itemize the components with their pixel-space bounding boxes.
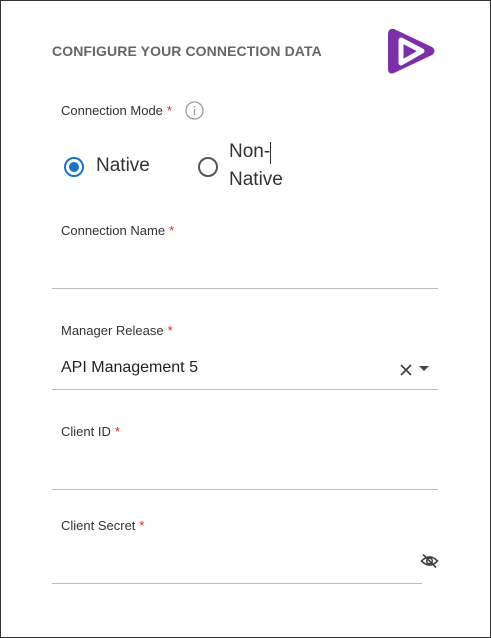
native-radio-label: Native xyxy=(96,155,150,176)
manager-release-label: Manager Release * xyxy=(61,323,173,338)
non-native-radio[interactable] xyxy=(198,157,218,177)
text-cursor xyxy=(270,142,271,164)
non-native-radio-label-line2: Native xyxy=(229,169,283,190)
client-secret-label: Client Secret * xyxy=(61,518,145,533)
clear-icon[interactable] xyxy=(399,363,413,377)
client-id-underline xyxy=(52,489,438,490)
native-radio[interactable] xyxy=(64,157,84,177)
connection-name-input[interactable] xyxy=(61,256,435,286)
connection-name-label: Connection Name * xyxy=(61,223,175,238)
connection-name-underline xyxy=(52,288,438,289)
page-title: CONFIGURE YOUR CONNECTION DATA xyxy=(52,43,322,59)
non-native-radio-label-line1: Non- xyxy=(229,141,271,162)
play-logo-icon xyxy=(388,29,435,74)
radio-option-non-native[interactable]: Non- Native xyxy=(198,138,298,194)
eye-off-icon[interactable] xyxy=(420,553,439,569)
client-secret-input[interactable] xyxy=(61,549,415,579)
radio-option-native[interactable]: Native xyxy=(64,152,164,182)
chevron-down-icon[interactable] xyxy=(418,365,430,373)
client-id-label: Client ID * xyxy=(61,424,120,439)
manager-release-underline xyxy=(52,389,438,390)
manager-release-value: API Management 5 xyxy=(61,359,198,376)
connection-mode-label: Connection Mode * xyxy=(61,103,172,118)
client-id-input[interactable] xyxy=(61,457,435,487)
dialog-frame xyxy=(0,0,491,638)
info-icon[interactable] xyxy=(185,101,204,120)
client-secret-underline xyxy=(52,583,422,584)
